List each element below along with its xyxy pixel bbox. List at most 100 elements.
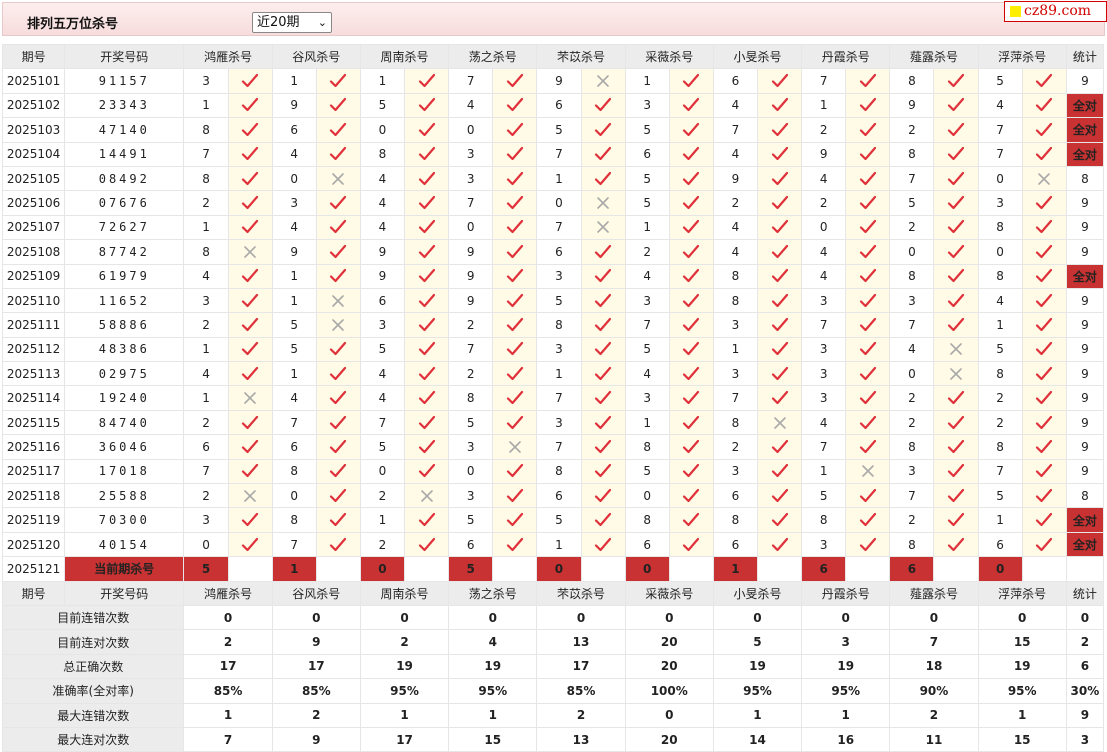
- period-cell: 2025104: [1, 141, 66, 167]
- kill-number-cell: 2: [801, 190, 847, 216]
- check-icon: [845, 336, 891, 363]
- summary-value: 6: [1065, 653, 1105, 680]
- cross-icon: [315, 165, 361, 192]
- check-icon: [845, 165, 891, 192]
- kill-number-cell: 1: [271, 263, 317, 289]
- kill-number-table: 期号 开奖号码 鸿雁杀号 谷风杀号 周南杀号 荡之杀号 芣苡杀号 采薇杀号 小旻杀号 丹霞杀号 薤露…: [1, 43, 1105, 752]
- column-header: 谷风杀号: [271, 580, 361, 606]
- summary-value: 1: [712, 702, 803, 728]
- kill-number-cell: 7: [889, 312, 935, 338]
- check-icon: [933, 141, 979, 167]
- kill-number-cell: 1: [712, 336, 758, 363]
- summary-value: 16: [801, 726, 891, 752]
- check-icon: [227, 458, 273, 485]
- summary-value: 20: [624, 629, 714, 655]
- kill-number-cell: 0: [448, 214, 494, 241]
- kill-number-cell: 4: [271, 141, 317, 167]
- all-correct-badge: 全对: [1065, 92, 1105, 119]
- period-cell: 2025101: [1, 68, 66, 94]
- summary-value: 7: [183, 726, 273, 752]
- check-icon: [933, 507, 979, 533]
- empty-cell: [1021, 556, 1067, 582]
- kill-number-cell: 2: [624, 239, 670, 265]
- kill-number-cell: 2: [889, 117, 935, 143]
- period-cell: 2025116: [1, 434, 66, 460]
- table-row: 2025114 19240 1 4 4 8 7 3 7 3 2 2 9: [1, 385, 1105, 411]
- period-cell: 2025103: [1, 117, 66, 143]
- kill-number-cell: 3: [624, 92, 670, 119]
- check-icon: [756, 165, 803, 192]
- summary-value: 17: [271, 653, 361, 680]
- summary-label: 目前连错次数: [1, 604, 185, 631]
- check-icon: [756, 507, 803, 533]
- kill-number-cell: 3: [624, 287, 670, 314]
- summary-value: 0: [536, 604, 626, 631]
- check-icon: [580, 92, 626, 119]
- kill-number-cell: 4: [977, 287, 1023, 314]
- check-icon: [845, 483, 891, 509]
- kill-number-cell: 9: [359, 239, 406, 265]
- column-header: 周南杀号: [359, 580, 450, 606]
- draw-number-cell: 11652: [64, 287, 185, 314]
- check-icon: [845, 239, 891, 265]
- kill-number-cell: 3: [801, 385, 847, 411]
- current-kill-number: 5: [183, 556, 229, 582]
- kill-number-cell: 4: [801, 239, 847, 265]
- kill-number-cell: 5: [624, 117, 670, 143]
- draw-number-cell: 17018: [64, 458, 185, 485]
- current-kill-number: 1: [712, 556, 758, 582]
- draw-number-cell: 58886: [64, 312, 185, 338]
- kill-number-cell: 2: [183, 312, 229, 338]
- kill-number-cell: 3: [271, 190, 317, 216]
- check-icon: [756, 263, 803, 289]
- draw-number-cell: 47140: [64, 117, 185, 143]
- check-icon: [315, 458, 361, 485]
- table-row: 2025110 11652 3 1 6 9 5 3 8 3 3 4 9: [1, 287, 1105, 314]
- kill-number-cell: 2: [889, 409, 935, 436]
- period-cell: 2025106: [1, 190, 66, 216]
- check-icon: [845, 531, 891, 558]
- period-range-select[interactable]: 近20期 ⌄: [252, 12, 332, 33]
- kill-number-cell: 2: [183, 190, 229, 216]
- site-logo[interactable]: cz89.com: [1004, 1, 1107, 22]
- check-icon: [492, 92, 538, 119]
- stat-cell: 9: [1065, 68, 1105, 94]
- check-icon: [1021, 141, 1067, 167]
- kill-number-cell: 8: [889, 434, 935, 460]
- kill-number-cell: 1: [271, 68, 317, 94]
- check-icon: [845, 68, 891, 94]
- kill-number-cell: 8: [359, 141, 406, 167]
- kill-number-cell: 9: [448, 239, 494, 265]
- table-row: 2025113 02975 4 1 4 2 1 4 3 3 0 8 9: [1, 361, 1105, 387]
- stat-cell: 9: [1065, 434, 1105, 460]
- kill-number-cell: 3: [624, 385, 670, 411]
- column-header: 浮萍杀号: [977, 43, 1067, 70]
- check-icon: [668, 483, 714, 509]
- check-icon: [1021, 434, 1067, 460]
- check-icon: [668, 458, 714, 485]
- page-title: 排列五万位杀号: [27, 17, 119, 32]
- check-icon: [580, 385, 626, 411]
- kill-number-cell: 8: [536, 458, 582, 485]
- summary-value: 11: [889, 726, 979, 752]
- summary-value: 95%: [977, 678, 1067, 704]
- summary-value: 5: [712, 629, 803, 655]
- check-icon: [315, 531, 361, 558]
- kill-number-cell: 6: [536, 483, 582, 509]
- check-icon: [845, 214, 891, 241]
- check-icon: [404, 141, 450, 167]
- kill-number-cell: 7: [536, 141, 582, 167]
- period-cell: 2025105: [1, 165, 66, 192]
- stat-cell: 9: [1065, 409, 1105, 436]
- kill-number-cell: 5: [536, 507, 582, 533]
- draw-number-cell: 84740: [64, 409, 185, 436]
- check-icon: [404, 434, 450, 460]
- summary-value: 4: [448, 629, 538, 655]
- check-icon: [404, 312, 450, 338]
- check-icon: [404, 239, 450, 265]
- summary-row: 准确率(全对率) 85% 85% 95% 95% 85% 100% 95% 95% 90% 95% 3…: [1, 678, 1105, 704]
- kill-number-cell: 8: [448, 385, 494, 411]
- column-header: 芣苡杀号: [536, 580, 626, 606]
- check-icon: [756, 458, 803, 485]
- check-icon: [580, 165, 626, 192]
